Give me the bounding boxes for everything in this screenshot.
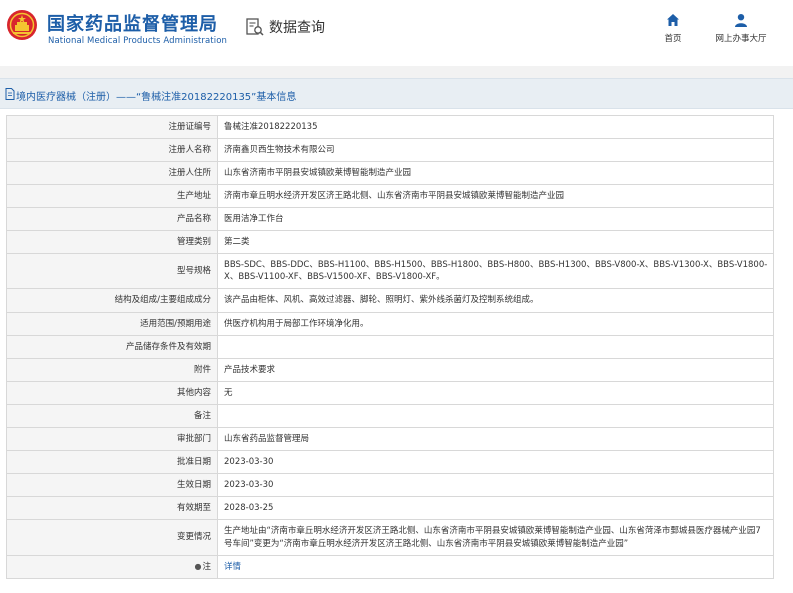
home-icon: [667, 14, 679, 26]
page-title-bar: 境内医疗器械（注册）——“鲁械注准20182220135”基本信息: [0, 78, 793, 109]
module-title-label: 数据查询: [269, 20, 325, 36]
table-row: 管理类别 第二类: [6, 230, 774, 254]
table-row: 变更情况 生产地址由“济南市章丘明水经济开发区济王路北侧、山东省济南市平阴县安城…: [6, 519, 774, 556]
row-label: 型号规格: [6, 253, 218, 289]
table-row: 产品储存条件及有效期: [6, 335, 774, 359]
table-row: 结构及组成/主要组成成分 该产品由柜体、风机、高效过滤器、脚轮、照明灯、紫外线杀…: [6, 288, 774, 313]
table-row: 适用范围/预期用途 供医疗机构用于局部工作环境净化用。: [6, 312, 774, 336]
user-icon: [735, 14, 747, 27]
table-row: 审批部门 山东省药品监督管理局: [6, 427, 774, 451]
row-label-note: ●注: [6, 555, 218, 579]
row-label: 有效期至: [6, 496, 218, 520]
details-link[interactable]: 详情: [224, 562, 241, 572]
row-value: BBS-SDC、BBS-DDC、BBS-H1100、BBS-H1500、BBS-…: [217, 253, 774, 289]
table-row: 备注: [6, 404, 774, 428]
row-value: 第二类: [217, 230, 774, 254]
table-row: 其他内容 无: [6, 381, 774, 405]
nav-online-service-hall-label: 网上办事大厅: [715, 34, 767, 44]
row-label: 注册人名称: [6, 138, 218, 162]
row-label: 附件: [6, 358, 218, 382]
table-row: 有效期至 2028-03-25: [6, 496, 774, 520]
row-value: 无: [217, 381, 774, 405]
search-document-icon: [246, 18, 264, 36]
row-value: 2023-03-30: [217, 450, 774, 474]
row-value: 鲁械注准20182220135: [217, 115, 774, 139]
row-label: 适用范围/预期用途: [6, 312, 218, 336]
row-label: 注册人住所: [6, 161, 218, 185]
row-value: 详情: [217, 555, 774, 579]
table-row: 注册证编号 鲁械注准20182220135: [6, 115, 774, 139]
row-value: 济南鑫贝西生物技术有限公司: [217, 138, 774, 162]
row-value: 该产品由柜体、风机、高效过滤器、脚轮、照明灯、紫外线杀菌灯及控制系统组成。: [217, 288, 774, 313]
row-value: 医用洁净工作台: [217, 207, 774, 231]
national-emblem-icon: [7, 10, 37, 40]
row-label: 生效日期: [6, 473, 218, 497]
row-value: 山东省济南市平阴县安城镇欧莱博智能制造产业园: [217, 161, 774, 185]
site-header: 国家药品监督管理局 National Medical Products Admi…: [0, 0, 793, 66]
row-value: 2028-03-25: [217, 496, 774, 520]
table-row: 注册人住所 山东省济南市平阴县安城镇欧莱博智能制造产业园: [6, 161, 774, 185]
table-row: 附件 产品技术要求: [6, 358, 774, 382]
row-label: 变更情况: [6, 519, 218, 556]
row-label: 批准日期: [6, 450, 218, 474]
row-label: 产品储存条件及有效期: [6, 335, 218, 359]
brand-name-en: National Medical Products Administration: [48, 36, 227, 46]
module-title: 数据查询: [245, 17, 325, 37]
brand-name-cn: 国家药品监督管理局: [47, 14, 218, 35]
row-value: 生产地址由“济南市章丘明水经济开发区济王路北侧、山东省济南市平阴县安城镇欧莱博智…: [217, 519, 774, 556]
header-divider-band: [0, 66, 793, 78]
row-label: 管理类别: [6, 230, 218, 254]
registration-info-table: 注册证编号 鲁械注准20182220135 注册人名称 济南鑫贝西生物技术有限公…: [6, 115, 774, 579]
row-value: 产品技术要求: [217, 358, 774, 382]
table-row: 产品名称 医用洁净工作台: [6, 207, 774, 231]
document-icon: [5, 88, 15, 100]
table-row: 型号规格 BBS-SDC、BBS-DDC、BBS-H1100、BBS-H1500…: [6, 253, 774, 289]
nav-home-label: 首页: [664, 34, 682, 44]
row-value: 供医疗机构用于局部工作环境净化用。: [217, 312, 774, 336]
row-label: 其他内容: [6, 381, 218, 405]
row-label: 结构及组成/主要组成成分: [6, 288, 218, 313]
page-title: 境内医疗器械（注册）——“鲁械注准20182220135”基本信息: [16, 92, 297, 103]
row-label: 审批部门: [6, 427, 218, 451]
table-row: ●注 详情: [6, 555, 774, 579]
nav-home[interactable]: 首页: [660, 13, 686, 44]
row-value: [217, 404, 774, 428]
row-label: 产品名称: [6, 207, 218, 231]
table-row: 生产地址 济南市章丘明水经济开发区济王路北侧、山东省济南市平阴县安城镇欧莱博智能…: [6, 184, 774, 208]
row-label: 注册证编号: [6, 115, 218, 139]
row-label-text: 注: [202, 561, 211, 572]
nav-online-service-hall[interactable]: 网上办事大厅: [709, 13, 773, 44]
table-row: 注册人名称 济南鑫贝西生物技术有限公司: [6, 138, 774, 162]
pin-icon: ●: [194, 561, 202, 571]
row-label: 备注: [6, 404, 218, 428]
row-value: [217, 335, 774, 359]
row-label: 生产地址: [6, 184, 218, 208]
row-value: 2023-03-30: [217, 473, 774, 497]
table-row: 批准日期 2023-03-30: [6, 450, 774, 474]
row-value: 济南市章丘明水经济开发区济王路北侧、山东省济南市平阴县安城镇欧莱博智能制造产业园: [217, 184, 774, 208]
row-value: 山东省药品监督管理局: [217, 427, 774, 451]
table-row: 生效日期 2023-03-30: [6, 473, 774, 497]
